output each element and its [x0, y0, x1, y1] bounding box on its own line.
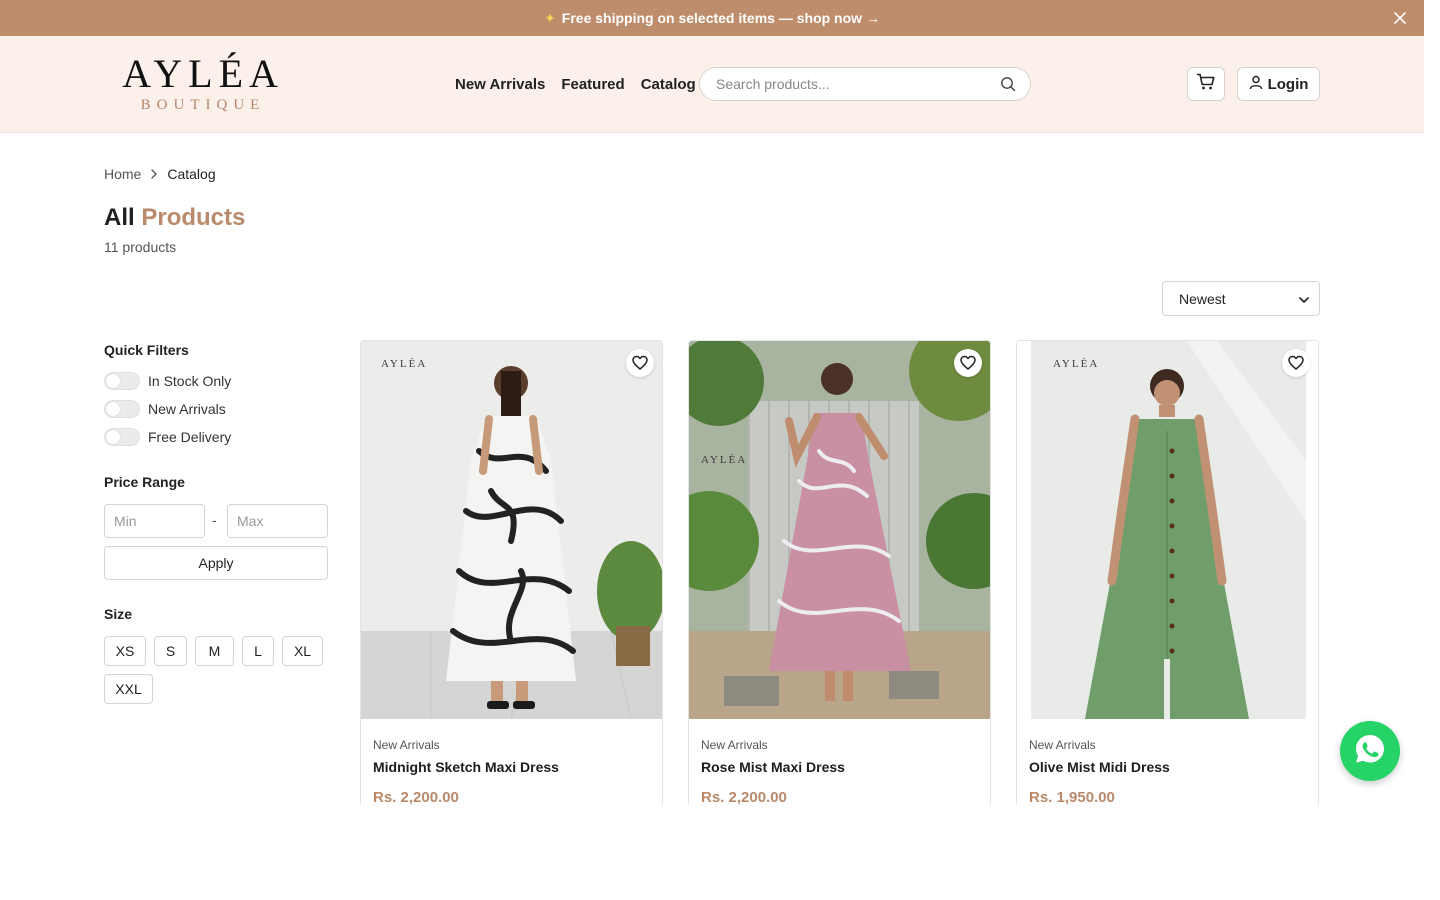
nav-featured[interactable]: Featured [561, 76, 624, 93]
toggle-label: Free Delivery [148, 429, 232, 445]
heart-icon[interactable] [626, 349, 654, 377]
product-category: New Arrivals [701, 738, 768, 752]
product-image[interactable]: AYLÉA [361, 341, 662, 719]
cart-icon [1196, 72, 1216, 97]
product-price: Rs. 2,200.00 [701, 789, 787, 806]
nav-catalog[interactable]: Catalog [641, 76, 696, 93]
product-watermark: AYLÉA [701, 454, 748, 466]
price-min-input[interactable] [104, 504, 205, 538]
sort-select[interactable]: Newest [1162, 281, 1320, 316]
user-icon [1249, 75, 1263, 93]
main-nav: New Arrivals Featured Catalog [455, 76, 696, 93]
page-bottom-blank [0, 805, 1440, 900]
nav-new-arrivals[interactable]: New Arrivals [455, 76, 545, 93]
login-label: Login [1267, 75, 1309, 93]
page: ✦ Free shipping on selected items — shop… [0, 0, 1440, 900]
product-name[interactable]: Olive Mist Midi Dress [1029, 759, 1170, 775]
product-count: 11 products [104, 239, 177, 255]
size-xxl[interactable]: XXL [104, 674, 153, 704]
product-card[interactable]: AYLÉA New Arrivals Midnight Sketch Maxi … [360, 340, 663, 810]
filter-new-arrivals: New Arrivals [104, 400, 226, 418]
search-box [699, 67, 1031, 101]
logo-brand: AYLÉA [122, 51, 284, 96]
filter-free-delivery: Free Delivery [104, 428, 231, 446]
heart-icon[interactable] [954, 349, 982, 377]
logo-sub: BOUTIQUE [140, 97, 266, 113]
size-title: Size [104, 606, 133, 622]
whatsapp-icon [1353, 732, 1387, 771]
product-price: Rs. 2,200.00 [373, 789, 459, 806]
search-input[interactable] [700, 76, 980, 92]
close-icon[interactable] [1390, 8, 1410, 28]
price-max-input[interactable] [227, 504, 328, 538]
product-card[interactable]: AYLÉA New Arrivals Olive Mist Midi Dress… [1016, 340, 1319, 810]
size-xs[interactable]: XS [104, 636, 146, 666]
chevron-right-icon [150, 168, 158, 180]
product-name[interactable]: Midnight Sketch Maxi Dress [373, 759, 559, 775]
price-range-title: Price Range [104, 474, 185, 490]
sparkle-icon: ✦ [544, 9, 556, 26]
product-name[interactable]: Rose Mist Maxi Dress [701, 759, 845, 775]
product-image[interactable]: AYLÉA [689, 341, 990, 719]
breadcrumb-current: Catalog [167, 166, 216, 182]
sort-selected: Newest [1179, 290, 1226, 307]
product-price: Rs. 1,950.00 [1029, 789, 1115, 806]
size-xl[interactable]: XL [282, 636, 323, 666]
whatsapp-button[interactable] [1340, 721, 1400, 781]
toggle-label: New Arrivals [148, 401, 226, 417]
page-title-part2: Products [141, 204, 246, 231]
size-s[interactable]: S [154, 636, 187, 666]
quick-filters-title: Quick Filters [104, 342, 189, 358]
chevron-down-icon [1299, 291, 1309, 307]
product-category: New Arrivals [373, 738, 440, 752]
size-m[interactable]: M [195, 636, 234, 666]
toggle-new-arrivals[interactable] [104, 400, 140, 418]
price-dash: - [212, 512, 217, 528]
site-header: AYLÉA BOUTIQUE New Arrivals Featured Cat… [0, 36, 1424, 133]
toggle-in-stock[interactable] [104, 372, 140, 390]
filter-in-stock: In Stock Only [104, 372, 231, 390]
product-card[interactable]: AYLÉA New Arrivals Rose Mist Maxi Dress … [688, 340, 991, 810]
cart-button[interactable] [1187, 67, 1225, 101]
page-title-part1: All [104, 204, 135, 231]
announcement-text[interactable]: Free shipping on selected items — shop n… [562, 10, 880, 26]
login-button[interactable]: Login [1237, 67, 1320, 101]
page-title: All Products [104, 204, 245, 232]
toggle-free-delivery[interactable] [104, 428, 140, 446]
product-watermark: AYLÉA [381, 358, 428, 370]
toggle-label: In Stock Only [148, 373, 232, 389]
breadcrumb-home[interactable]: Home [104, 166, 141, 182]
product-category: New Arrivals [1029, 738, 1096, 752]
product-image[interactable]: AYLÉA [1017, 341, 1318, 719]
search-icon[interactable] [1000, 76, 1016, 97]
product-watermark: AYLÉA [1053, 358, 1100, 370]
heart-icon[interactable] [1282, 349, 1310, 377]
breadcrumb: Home Catalog [104, 166, 216, 182]
apply-button[interactable]: Apply [104, 546, 328, 580]
announcement-bar: ✦ Free shipping on selected items — shop… [0, 0, 1424, 36]
logo[interactable]: AYLÉA BOUTIQUE [108, 54, 298, 116]
size-l[interactable]: L [242, 636, 274, 666]
